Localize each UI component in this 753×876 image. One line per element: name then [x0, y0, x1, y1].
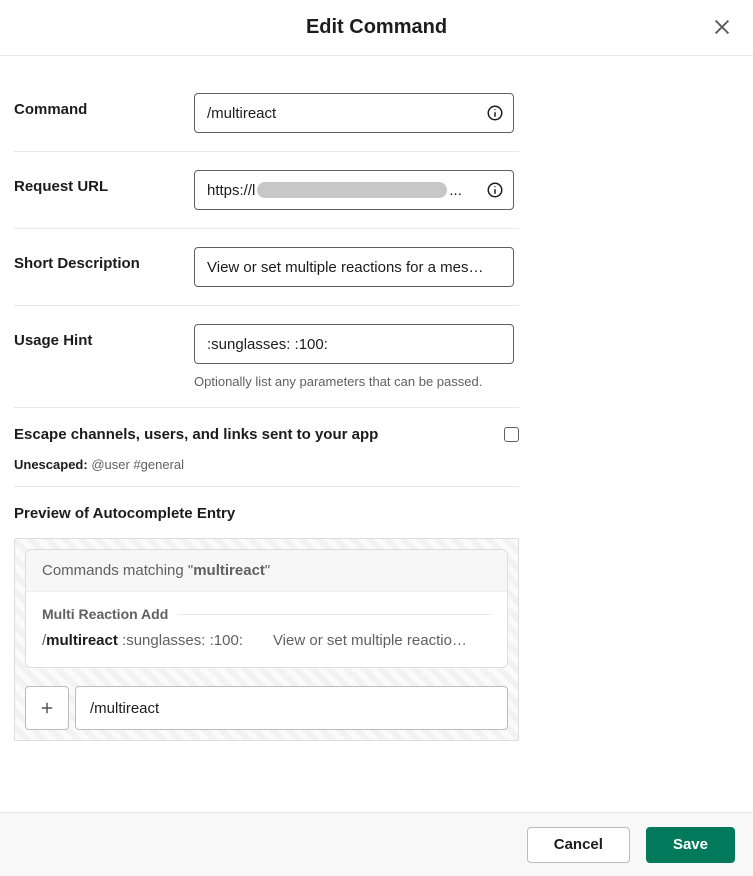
- compose-plus-button[interactable]: [25, 686, 69, 730]
- request-url-input[interactable]: https://l...: [194, 170, 514, 210]
- autocomplete-command: /multireact :sunglasses: :100:: [42, 632, 243, 649]
- short-description-input[interactable]: [194, 247, 514, 287]
- preview-title: Preview of Autocomplete Entry: [14, 505, 519, 522]
- autocomplete-command-hint: :sunglasses: :100:: [118, 632, 243, 649]
- usage-hint-input[interactable]: [194, 324, 514, 364]
- usage-hint-label: Usage Hint: [14, 324, 194, 349]
- field-short-description: Short Description: [14, 228, 519, 305]
- command-input[interactable]: [194, 93, 514, 133]
- field-escape: Escape channels, users, and links sent t…: [14, 407, 519, 486]
- compose-input[interactable]: /multireact: [75, 686, 508, 730]
- info-icon[interactable]: [486, 181, 504, 199]
- short-description-label: Short Description: [14, 247, 194, 272]
- autocomplete-app-row: Multi Reaction Add: [42, 606, 491, 622]
- dialog-footer: Cancel Save: [0, 812, 753, 876]
- autocomplete-command-bold: multireact: [46, 632, 118, 649]
- escape-label: Escape channels, users, and links sent t…: [14, 426, 378, 443]
- escape-checkbox[interactable]: [504, 427, 519, 442]
- compose-row: /multireact: [25, 686, 508, 730]
- autocomplete-pointer: [48, 667, 64, 668]
- dialog-body: Command Request URL https://l... Sh: [0, 57, 753, 812]
- usage-hint-help: Optionally list any parameters that can …: [194, 374, 519, 389]
- field-command: Command: [14, 73, 519, 151]
- compose-input-value: /multireact: [90, 700, 159, 717]
- plus-icon: [38, 699, 56, 717]
- field-usage-hint: Usage Hint Optionally list any parameter…: [14, 305, 519, 407]
- escape-hint-prefix: Unescaped:: [14, 457, 88, 472]
- autocomplete-command-row: /multireact :sunglasses: :100: View or s…: [42, 632, 491, 649]
- preview-box: Commands matching "multireact" Multi Rea…: [14, 538, 519, 741]
- autocomplete-app-name: Multi Reaction Add: [42, 606, 168, 622]
- redacted-content: [257, 182, 447, 198]
- dialog-title: Edit Command: [306, 16, 447, 39]
- request-url-prefix: https://: [207, 182, 252, 199]
- request-url-redacted: l: [252, 182, 255, 199]
- field-request-url: Request URL https://l...: [14, 151, 519, 228]
- escape-hint: Unescaped: @user #general: [14, 457, 519, 472]
- close-icon: [711, 16, 733, 38]
- request-url-suffix: ...: [449, 182, 462, 199]
- divider-line: [178, 614, 491, 615]
- autocomplete-header: Commands matching "multireact": [26, 550, 507, 592]
- autocomplete-card: Commands matching "multireact" Multi Rea…: [25, 549, 508, 668]
- autocomplete-command-desc: View or set multiple reactio…: [273, 632, 491, 649]
- preview-section: Preview of Autocomplete Entry Commands m…: [14, 486, 519, 741]
- autocomplete-matching-prefix: Commands matching ": [42, 562, 193, 579]
- save-button[interactable]: Save: [646, 827, 735, 863]
- dialog-header: Edit Command: [0, 0, 753, 56]
- command-label: Command: [14, 93, 194, 118]
- autocomplete-matching-term: multireact: [193, 562, 265, 579]
- cancel-button[interactable]: Cancel: [527, 827, 630, 863]
- autocomplete-matching-suffix: ": [265, 562, 270, 579]
- close-button[interactable]: [709, 14, 735, 40]
- info-icon[interactable]: [486, 104, 504, 122]
- autocomplete-body: Multi Reaction Add /multireact :sunglass…: [26, 592, 507, 667]
- escape-hint-value: @user #general: [91, 457, 184, 472]
- request-url-label: Request URL: [14, 170, 194, 195]
